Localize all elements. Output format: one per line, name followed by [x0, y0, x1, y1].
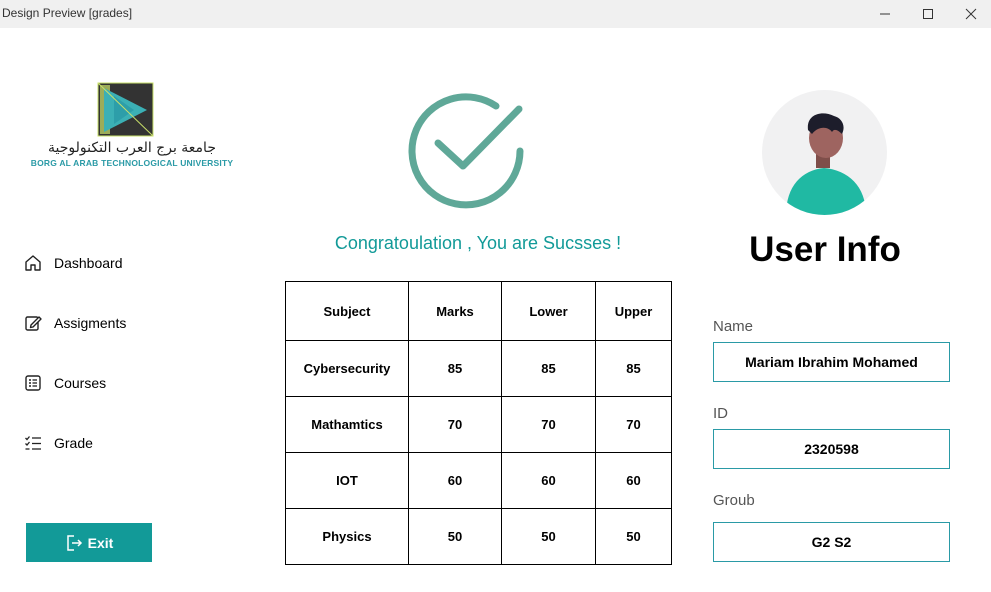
avatar	[762, 90, 887, 215]
close-icon	[965, 8, 977, 20]
minimize-icon	[880, 13, 890, 15]
lower-cell: 60	[501, 452, 596, 509]
logout-icon	[66, 534, 82, 551]
group-label: Groub	[713, 492, 755, 509]
name-label: Name	[713, 318, 754, 335]
group-field[interactable]: G2 S2	[713, 522, 950, 562]
exit-label: Exit	[87, 534, 114, 551]
checklist-icon	[25, 436, 41, 450]
sidebar-item-courses[interactable]: Courses	[24, 371, 106, 395]
logo-emblem-icon	[97, 82, 154, 137]
subject-cell: Physics	[285, 508, 409, 565]
column-header-lower: Lower	[501, 281, 596, 341]
close-button[interactable]	[948, 0, 991, 28]
lower-cell: 70	[501, 396, 596, 453]
maximize-button[interactable]	[905, 0, 951, 28]
grades-table: Subject Marks Lower Upper Cybersecurity …	[285, 281, 672, 565]
table-row: Cybersecurity 85 85 85	[285, 340, 672, 397]
sidebar-item-label: Assigments	[54, 315, 127, 331]
column-header-marks: Marks	[408, 281, 502, 341]
sidebar-item-label: Grade	[54, 435, 93, 451]
home-icon	[25, 255, 41, 271]
sidebar-item-grade[interactable]: Grade	[24, 431, 93, 455]
marks-cell: 85	[408, 340, 502, 397]
marks-cell: 50	[408, 508, 502, 565]
id-field[interactable]: 2320598	[713, 429, 950, 469]
upper-cell: 60	[595, 452, 672, 509]
marks-cell: 60	[408, 452, 502, 509]
sidebar-item-dashboard[interactable]: Dashboard	[24, 251, 123, 275]
university-logo: جامعة برج العرب التكنولوجية BORG AL ARAB…	[22, 80, 242, 172]
group-value: G2 S2	[811, 534, 852, 550]
maximize-icon	[923, 9, 933, 19]
table-row: Mathamtics 70 70 70	[285, 396, 672, 453]
id-label: ID	[713, 405, 728, 422]
upper-cell: 85	[595, 340, 672, 397]
lower-cell: 50	[501, 508, 596, 565]
minimize-button[interactable]	[862, 0, 908, 28]
sidebar-item-label: Dashboard	[54, 255, 123, 271]
sidebar-item-assignments[interactable]: Assigments	[24, 311, 126, 335]
list-icon	[25, 375, 41, 391]
edit-icon	[25, 316, 42, 331]
column-header-subject: Subject	[285, 281, 409, 341]
sidebar-item-label: Courses	[54, 375, 107, 391]
lower-cell: 85	[501, 340, 596, 397]
name-value: Mariam Ibrahim Mohamed	[745, 354, 918, 370]
upper-cell: 50	[595, 508, 672, 565]
upper-cell: 70	[595, 396, 672, 453]
user-avatar-icon	[786, 113, 866, 215]
title-bar: Design Preview [grades]	[0, 0, 991, 28]
success-check-icon	[408, 93, 524, 209]
id-value: 2320598	[804, 441, 859, 457]
marks-cell: 70	[408, 396, 502, 453]
table-row: IOT 60 60 60	[285, 452, 672, 509]
exit-button[interactable]: Exit	[26, 523, 152, 562]
subject-cell: Mathamtics	[285, 396, 409, 453]
success-message: Congratoulation , You are Sucsses !	[334, 233, 622, 253]
window-title: Design Preview [grades]	[2, 6, 133, 20]
subject-cell: Cybersecurity	[285, 340, 409, 397]
table-header-row: Subject Marks Lower Upper	[285, 281, 672, 341]
user-info-heading: User Info	[749, 230, 901, 269]
table-row: Physics 50 50 50	[285, 508, 672, 565]
name-field[interactable]: Mariam Ibrahim Mohamed	[713, 342, 950, 382]
logo-english-text: BORG AL ARAB TECHNOLOGICAL UNIVERSITY	[30, 158, 234, 168]
logo-arabic-text: جامعة برج العرب التكنولوجية	[48, 140, 216, 156]
subject-cell: IOT	[285, 452, 409, 509]
column-header-upper: Upper	[595, 281, 672, 341]
